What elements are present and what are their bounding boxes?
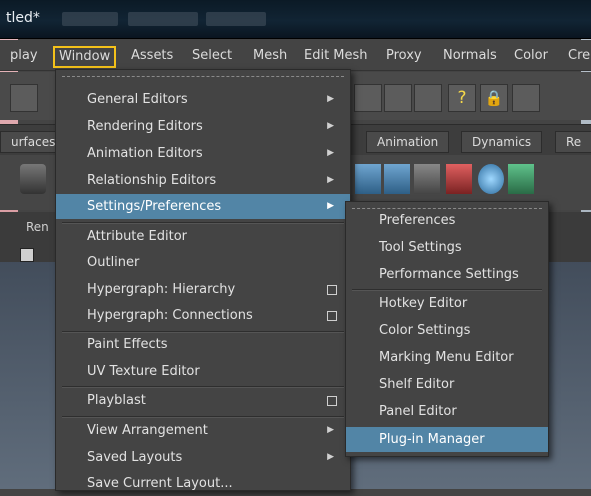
window-title: tled* [6,10,40,26]
submenu-arrow-icon: ▶ [327,94,334,104]
help-icon[interactable]: ? [448,84,476,112]
menu-item-shelf-editor[interactable]: Shelf Editor [346,372,548,397]
menu-item-rendering-editors[interactable]: Rendering Editors ▶ [56,114,350,139]
menu-item-animation-editors[interactable]: Animation Editors ▶ [56,141,350,166]
menu-item-performance-settings[interactable]: Performance Settings [346,262,548,287]
cluster-icon[interactable] [446,164,472,194]
menu-color[interactable]: Color [512,47,550,65]
viewport-toggle-icon[interactable] [20,248,34,262]
option-box-icon[interactable] [327,311,337,321]
title-blurred-text [206,12,266,26]
menu-item-outliner[interactable]: Outliner [56,250,350,275]
settings-preferences-submenu: Preferences Tool Settings Performance Se… [345,201,549,457]
menu-proxy[interactable]: Proxy [384,47,424,65]
menu-select[interactable]: Select [190,47,234,65]
submenu-arrow-icon: ▶ [327,452,334,462]
menu-mesh[interactable]: Mesh [251,47,289,65]
snap-curve-icon[interactable] [384,84,412,112]
tear-off-line[interactable] [62,76,344,77]
menu-create[interactable]: Cre [566,47,591,65]
menu-item-view-arrangement[interactable]: View Arrangement ▶ [56,418,350,443]
joint-tool-icon[interactable] [355,164,381,194]
option-box-icon[interactable] [327,285,337,295]
shelf-tab-dynamics[interactable]: Dynamics [461,131,543,153]
shelf-tab-rendering[interactable]: Re [555,131,591,153]
toolbar-button[interactable] [10,84,38,112]
menu-item-tool-settings[interactable]: Tool Settings [346,235,548,260]
viewport-label: Ren [26,220,49,234]
menu-item-paint-effects[interactable]: Paint Effects [56,332,350,357]
menu-item-settings-preferences[interactable]: Settings/Preferences ▶ [56,194,350,219]
menu-item-relationship-editors[interactable]: Relationship Editors ▶ [56,168,350,193]
option-box-icon[interactable] [327,396,337,406]
snap-grid-icon[interactable] [354,84,382,112]
snap-point-icon[interactable] [414,84,442,112]
menu-item-preferences[interactable]: Preferences [346,208,548,233]
menu-window[interactable]: Window [52,46,117,68]
menu-edit-mesh[interactable]: Edit Mesh [302,47,370,65]
title-blurred-text [62,12,118,26]
menu-item-saved-layouts[interactable]: Saved Layouts ▶ [56,445,350,470]
menu-assets[interactable]: Assets [129,47,175,65]
menu-item-marking-menu-editor[interactable]: Marking Menu Editor [346,345,548,370]
select-icon[interactable] [512,84,540,112]
shelf-tab-animation[interactable]: Animation [366,131,450,153]
cube-icon[interactable] [508,164,534,194]
menu-bar: play Window Assets Select Mesh Edit Mesh… [0,40,591,71]
menu-item-uv-texture-editor[interactable]: UV Texture Editor [56,359,350,384]
menu-item-hypergraph-connections[interactable]: Hypergraph: Connections [56,303,350,328]
menu-item-general-editors[interactable]: General Editors ▶ [56,87,350,112]
menu-item-hotkey-editor[interactable]: Hotkey Editor [346,291,548,316]
menu-item-attribute-editor[interactable]: Attribute Editor [56,224,350,249]
sphere-icon[interactable] [478,164,504,194]
menu-item-save-current-layout[interactable]: Save Current Layout... [56,471,350,496]
shelf-tool-icon[interactable] [20,164,46,194]
hierarchy-icon[interactable] [414,164,440,194]
submenu-arrow-icon: ▶ [327,425,334,435]
window-menu: General Editors ▶ Rendering Editors ▶ An… [55,69,351,491]
submenu-arrow-icon: ▶ [327,175,334,185]
ik-handle-icon[interactable] [384,164,410,194]
submenu-arrow-icon: ▶ [327,121,334,131]
menu-item-color-settings[interactable]: Color Settings [346,318,548,343]
menu-item-panel-editor[interactable]: Panel Editor [346,399,548,424]
menu-display[interactable]: play [8,47,40,65]
menu-item-hypergraph-hierarchy[interactable]: Hypergraph: Hierarchy [56,277,350,302]
submenu-arrow-icon: ▶ [327,148,334,158]
title-bar: tled* [0,0,591,39]
menu-item-playblast[interactable]: Playblast [56,388,350,413]
lock-icon[interactable]: 🔒 [480,84,508,112]
submenu-arrow-icon: ▶ [327,201,334,211]
menu-normals[interactable]: Normals [441,47,499,65]
title-blurred-text [128,12,198,26]
menu-item-plug-in-manager[interactable]: Plug-in Manager [346,427,548,452]
